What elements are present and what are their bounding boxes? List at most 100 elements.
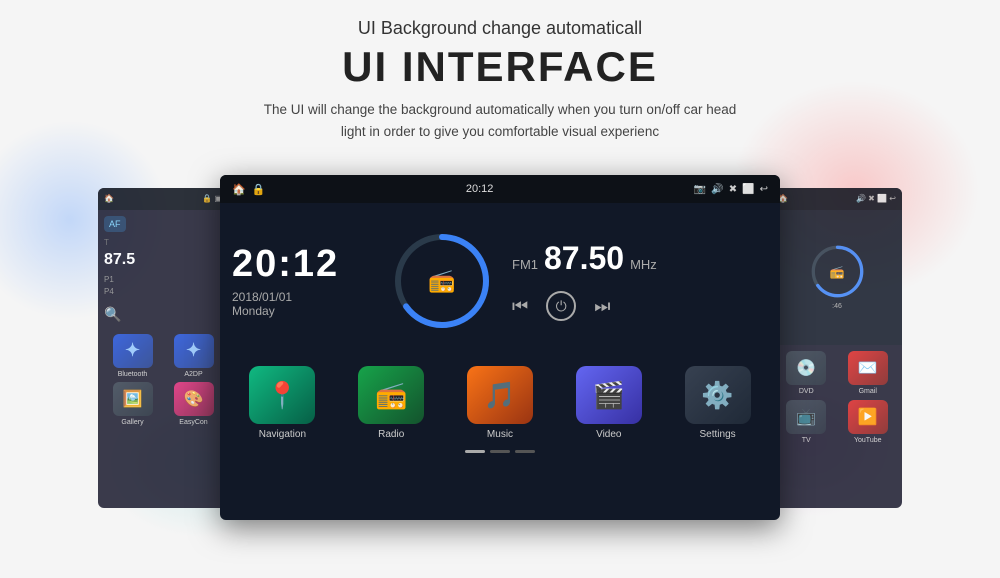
music-icon: 🎵 — [467, 366, 533, 424]
right-top-content: 📻 :46 — [810, 244, 865, 310]
fm-widget: FM1 87.50 MHz ⏮ ⏻ ⏭ — [512, 211, 768, 350]
widget-area: 20:12 2018/01/01 Monday 📻 — [220, 203, 780, 358]
left-gallery-label: Gallery — [121, 419, 143, 426]
video-icon: 🎬 — [576, 366, 642, 424]
right-app-gmail[interactable]: ✉️ Gmail — [840, 351, 897, 395]
app-item-music[interactable]: 🎵 Music — [450, 366, 551, 440]
left-search-icon[interactable]: 🔍 — [104, 306, 222, 324]
right-status-bar: 🏠 🔊 ✖ ⬜ ↩ — [772, 188, 902, 210]
fm-freq-row: FM1 87.50 MHz — [512, 240, 768, 277]
header-desc: The UI will change the background automa… — [0, 99, 1000, 142]
right-top-area: 📻 :46 — [772, 210, 902, 345]
app-item-video[interactable]: 🎬 Video — [558, 366, 659, 440]
app-item-radio[interactable]: 📻 Radio — [341, 366, 442, 440]
left-p4: P4 — [104, 287, 222, 296]
left-bluetooth-icon: ✦ — [113, 334, 153, 368]
clock-time: 20:12 — [232, 243, 372, 286]
fm-unit: MHz — [630, 257, 657, 272]
left-bluetooth-label: Bluetooth — [118, 371, 148, 378]
close-status-icon: ✖ — [729, 184, 737, 195]
main-screen: 🏠 🔒 20:12 📷 🔊 ✖ ⬜ ↩ 20:12 2018/01/01 Mon… — [220, 175, 780, 520]
right-radio-circle: 📻 — [810, 244, 865, 299]
volume-status-icon: 🔊 — [711, 184, 723, 195]
header-section: UI Background change automaticall UI INT… — [0, 0, 1000, 142]
left-p1: P1 — [104, 275, 222, 284]
right-radio-icon: 📻 — [830, 265, 845, 279]
left-a2dp-label: A2DP — [184, 371, 202, 378]
radio-widget[interactable]: 📻 — [382, 211, 502, 350]
dot-1[interactable] — [465, 450, 485, 453]
back-status-icon[interactable]: ↩ — [760, 184, 768, 195]
left-status-bar: 🏠 🔒 ▣ — [98, 188, 228, 210]
left-app-grid: ✦ Bluetooth ✦ A2DP 🖼️ Gallery 🎨 — [98, 330, 228, 430]
screens-container: 🏠 🔒 ▣ AF T 87.5 P1 P4 🔍 ✦ Bluetooth — [0, 175, 1000, 520]
fm-next-button[interactable]: ⏭ — [594, 296, 610, 317]
app-item-navigation[interactable]: 📍 Navigation — [232, 366, 333, 440]
left-fm-freq-label: T — [104, 238, 222, 247]
radio-circle-container: 📻 — [392, 231, 492, 331]
screen-status-icon: ⬜ — [742, 184, 754, 195]
right-screen: 🏠 🔊 ✖ ⬜ ↩ 📻 :46 💿 DVD — [772, 188, 902, 508]
status-left: 🏠 🔒 — [232, 183, 265, 196]
lock-icon: 🔒 — [252, 183, 266, 196]
left-gallery-icon: 🖼️ — [113, 382, 153, 416]
left-labels: P1 P4 — [104, 275, 222, 296]
youtube-icon: ▶️ — [848, 400, 888, 434]
clock-widget: 20:12 2018/01/01 Monday — [232, 211, 372, 350]
left-app-gallery[interactable]: 🖼️ Gallery — [104, 382, 161, 426]
status-bar: 🏠 🔒 20:12 📷 🔊 ✖ ⬜ ↩ — [220, 175, 780, 203]
clock-date: 2018/01/01 Monday — [232, 290, 372, 318]
settings-label: Settings — [700, 429, 736, 440]
fm-prev-button[interactable]: ⏮ — [512, 296, 528, 317]
navigation-label: Navigation — [259, 429, 306, 440]
gmail-label: Gmail — [859, 388, 877, 395]
navigation-icon: 📍 — [249, 366, 315, 424]
settings-icon: ⚙️ — [685, 366, 751, 424]
clock-date-value: 2018/01/01 — [232, 290, 372, 304]
app-grid: 📍 Navigation 📻 Radio 🎵 Music 🎬 Video ⚙️ — [220, 358, 780, 450]
right-app-youtube[interactable]: ▶️ YouTube — [840, 400, 897, 444]
right-clock-label: :46 — [832, 303, 842, 310]
left-a2dp-icon: ✦ — [174, 334, 214, 368]
header-subtitle: UI Background change automaticall — [0, 18, 1000, 39]
radio-label: Radio — [378, 429, 404, 440]
dvd-label: DVD — [799, 388, 814, 395]
right-app-tv[interactable]: 📺 TV — [778, 400, 835, 444]
tv-label: TV — [802, 437, 811, 444]
left-app-a2dp[interactable]: ✦ A2DP — [165, 334, 222, 378]
left-af-badge: AF — [104, 216, 126, 232]
right-app-grid: 💿 DVD ✉️ Gmail 📺 TV ▶️ YouTube — [772, 345, 902, 450]
radio-center-icon: 📻 — [428, 268, 455, 294]
left-easycon-label: EasyCon — [179, 419, 207, 426]
gmail-icon: ✉️ — [848, 351, 888, 385]
dvd-icon: 💿 — [786, 351, 826, 385]
header-title: UI INTERFACE — [0, 43, 1000, 91]
header-desc-line2: light in order to give you comfortable v… — [341, 124, 659, 139]
left-app-easycon[interactable]: 🎨 EasyCon — [165, 382, 222, 426]
fm-controls: ⏮ ⏻ ⏭ — [512, 291, 768, 321]
dot-2[interactable] — [490, 450, 510, 453]
camera-status-icon: 📷 — [694, 184, 706, 195]
left-fm-freq: 87.5 — [104, 251, 222, 269]
left-content: AF T 87.5 P1 P4 🔍 — [98, 210, 228, 330]
music-label: Music — [487, 429, 513, 440]
video-label: Video — [596, 429, 621, 440]
fm-label: FM1 — [512, 257, 538, 272]
left-home-icon: 🏠 — [104, 194, 114, 203]
fm-power-button[interactable]: ⏻ — [546, 291, 576, 321]
youtube-label: YouTube — [854, 437, 882, 444]
left-easycon-icon: 🎨 — [174, 382, 214, 416]
home-icon[interactable]: 🏠 — [232, 183, 246, 196]
fm-frequency: 87.50 — [544, 240, 624, 277]
right-status-icons: 🔊 ✖ ⬜ ↩ — [856, 194, 896, 203]
dot-3[interactable] — [515, 450, 535, 453]
header-desc-line1: The UI will change the background automa… — [264, 102, 737, 117]
dot-row — [220, 450, 780, 459]
clock-day-value: Monday — [232, 304, 372, 318]
right-app-dvd[interactable]: 💿 DVD — [778, 351, 835, 395]
left-app-bluetooth[interactable]: ✦ Bluetooth — [104, 334, 161, 378]
tv-icon: 📺 — [786, 400, 826, 434]
left-screen: 🏠 🔒 ▣ AF T 87.5 P1 P4 🔍 ✦ Bluetooth — [98, 188, 228, 508]
status-right: 📷 🔊 ✖ ⬜ ↩ — [694, 184, 768, 195]
app-item-settings[interactable]: ⚙️ Settings — [667, 366, 768, 440]
